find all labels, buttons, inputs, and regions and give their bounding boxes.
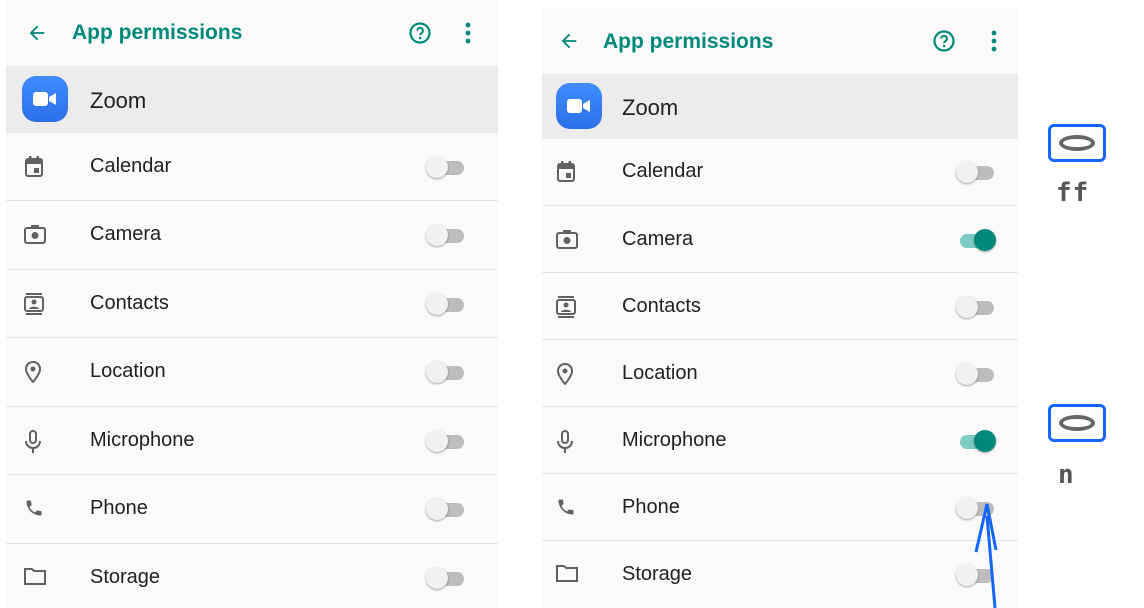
microphone-toggle[interactable] [426, 429, 466, 453]
permission-label: Contacts [90, 291, 169, 314]
calendar-icon [24, 155, 44, 183]
toggle-oval-icon [1059, 415, 1095, 431]
contacts-toggle[interactable] [426, 292, 466, 316]
phone-icon [556, 497, 576, 522]
toggle-thumb [956, 362, 978, 385]
permission-row-phone[interactable]: Phone [542, 473, 1018, 540]
folder-icon [24, 567, 46, 590]
camera-icon [556, 229, 578, 254]
permission-row-storage[interactable]: Storage [6, 542, 498, 608]
calendar-toggle[interactable] [426, 155, 466, 179]
toggle-thumb [426, 566, 448, 589]
contacts-icon [556, 295, 576, 323]
back-arrow-icon[interactable] [558, 30, 580, 52]
permission-row-microphone[interactable]: Microphone [6, 405, 498, 475]
camera-toggle[interactable] [426, 223, 466, 247]
permission-label: Camera [90, 223, 162, 246]
camera-icon [24, 224, 46, 249]
permission-label: Phone [90, 497, 148, 520]
calendar-toggle[interactable] [956, 160, 996, 184]
location-icon [24, 361, 42, 388]
permission-label: Microphone [90, 428, 195, 451]
app-bar: App permissions [6, 0, 498, 66]
permission-label: Contacts [622, 294, 701, 317]
toggle-thumb [974, 228, 996, 251]
permission-label: Calendar [90, 154, 172, 177]
microphone-icon [24, 429, 42, 459]
permission-label: Calendar [622, 160, 704, 182]
app-header-row: Zoom [6, 66, 498, 133]
location-icon [556, 362, 574, 390]
app-header-row: Zoom [542, 74, 1018, 139]
permission-row-camera[interactable]: Camera [542, 205, 1018, 272]
permission-label: Storage [90, 565, 161, 588]
zoom-app-icon [22, 76, 68, 122]
toggle-thumb [426, 292, 448, 315]
zoom-app-icon [556, 83, 602, 129]
back-arrow-icon[interactable] [26, 22, 48, 44]
toggle-thumb [956, 295, 978, 318]
calendar-icon [556, 161, 576, 188]
permission-row-contacts[interactable]: Contacts [542, 272, 1018, 339]
location-toggle[interactable] [956, 362, 996, 386]
toggle-thumb [426, 155, 448, 178]
toggle-thumb [956, 161, 978, 183]
permission-label: Storage [622, 562, 693, 585]
toggle-oval-icon [1059, 135, 1095, 151]
permission-row-microphone[interactable]: Microphone [542, 406, 1018, 473]
help-icon[interactable] [932, 29, 956, 53]
permission-row-contacts[interactable]: Contacts [6, 268, 498, 338]
permission-row-phone[interactable]: Phone [6, 474, 498, 543]
right-screen: App permissions Zoom Calendar Camera Conta… [542, 8, 1018, 608]
toggle-thumb [426, 429, 448, 452]
permission-row-camera[interactable]: Camera [6, 200, 498, 269]
permission-row-storage[interactable]: Storage [542, 540, 1018, 607]
app-bar: App permissions [542, 8, 1018, 74]
app-name: Zoom [90, 88, 147, 113]
page-title: App permissions [603, 30, 774, 53]
off-callout-label: ff [1056, 178, 1090, 208]
app-name: Zoom [622, 95, 679, 120]
arrow-pointer-icon [974, 503, 998, 608]
microphone-icon [556, 429, 574, 459]
phone-icon [24, 498, 44, 523]
off-toggle-callout [1048, 124, 1106, 162]
location-toggle[interactable] [426, 360, 466, 384]
storage-toggle[interactable] [426, 566, 466, 590]
permission-label: Location [622, 361, 698, 384]
on-toggle-callout [1048, 404, 1106, 442]
more-vert-icon[interactable] [463, 21, 473, 45]
permission-label: Microphone [622, 428, 727, 451]
phone-toggle[interactable] [426, 497, 466, 521]
folder-icon [556, 564, 578, 587]
permission-row-calendar[interactable]: Calendar [6, 133, 498, 200]
camera-toggle[interactable] [956, 228, 996, 252]
permission-label: Camera [622, 227, 694, 250]
permission-row-location[interactable]: Location [542, 339, 1018, 406]
permission-label: Phone [622, 495, 680, 518]
permission-row-location[interactable]: Location [6, 337, 498, 406]
help-icon[interactable] [408, 21, 432, 45]
more-vert-icon[interactable] [989, 29, 999, 53]
left-screen: App permissions Zoom Calendar Camera Conta… [6, 0, 498, 608]
toggle-thumb [974, 429, 996, 452]
contacts-toggle[interactable] [956, 295, 996, 319]
permission-row-calendar[interactable]: Calendar [542, 139, 1018, 205]
on-callout-label: n [1058, 460, 1075, 490]
microphone-toggle[interactable] [956, 429, 996, 453]
page-title: App permissions [72, 21, 243, 44]
contacts-icon [24, 292, 44, 320]
permission-label: Location [90, 360, 166, 383]
